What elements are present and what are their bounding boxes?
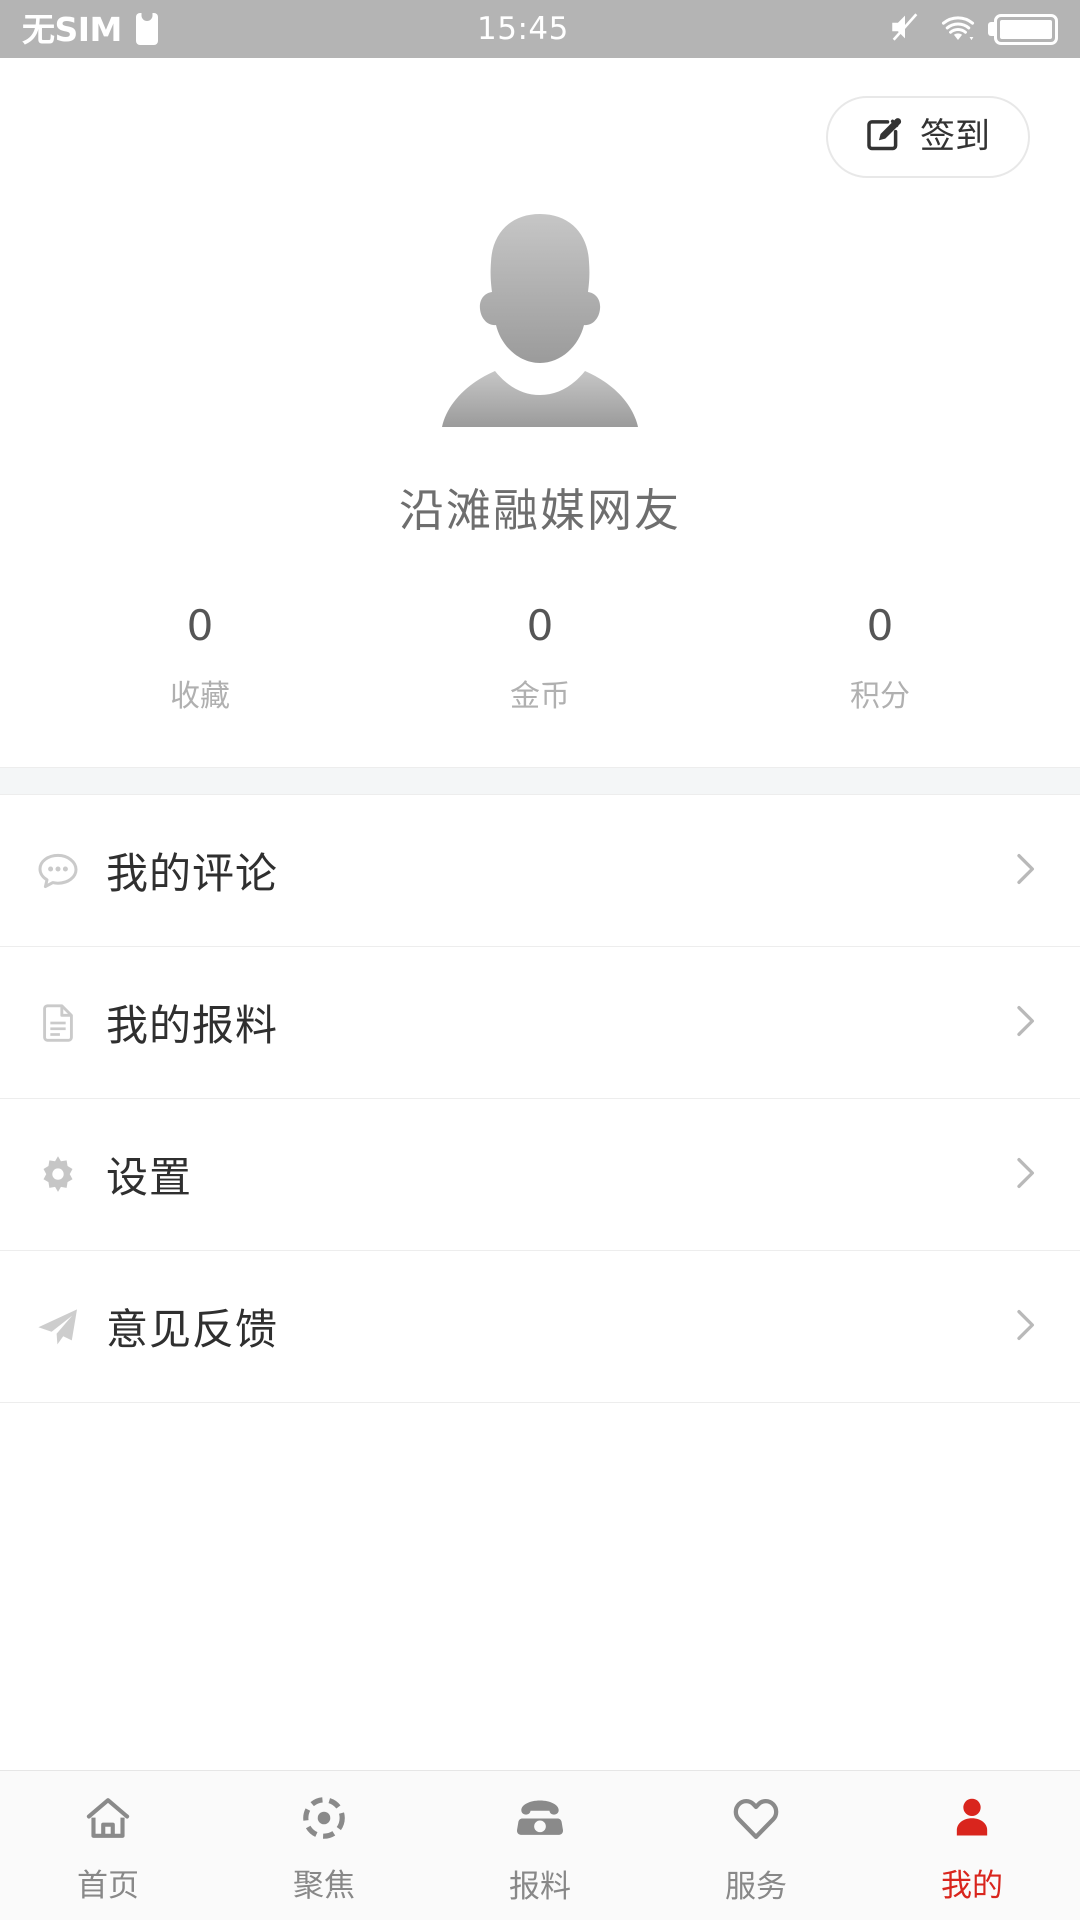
- tab-label: 报料: [509, 1869, 571, 1905]
- mute-icon: [888, 10, 922, 48]
- chevron-right-icon: [1004, 1305, 1044, 1349]
- comment-bubble-icon: [30, 847, 86, 895]
- chevron-right-icon: [1004, 849, 1044, 893]
- telephone-icon: [513, 1791, 567, 1849]
- tab-label: 聚焦: [293, 1868, 355, 1904]
- profile-header: 签到 沿滩融媒网友 0 收藏 0 金币 0 积分: [0, 58, 1080, 768]
- username-label: 沿滩融媒网友: [398, 484, 681, 537]
- signin-button[interactable]: 签到: [825, 96, 1030, 178]
- focus-target-icon: [298, 1792, 350, 1848]
- document-icon: [30, 1000, 86, 1046]
- menu-item-label: 意见反馈: [106, 1305, 279, 1355]
- status-bar-right: [888, 10, 1058, 48]
- tab-label: 服务: [725, 1869, 787, 1905]
- edit-pencil-icon: [862, 114, 904, 160]
- section-divider: [0, 767, 1080, 796]
- paper-plane-icon: [30, 1303, 86, 1351]
- stat-coins[interactable]: 0 金币: [370, 601, 710, 715]
- sim-card-icon: [135, 13, 158, 45]
- tab-focus[interactable]: 聚焦: [216, 1771, 432, 1920]
- menu-item-label: 我的报料: [106, 1001, 279, 1051]
- gear-icon: [30, 1153, 86, 1197]
- stat-points[interactable]: 0 积分: [710, 601, 1050, 715]
- tab-label: 首页: [77, 1868, 139, 1904]
- avatar-wrap: [0, 196, 1080, 446]
- menu-item-label: 设置: [106, 1153, 193, 1203]
- tab-label: 我的: [941, 1868, 1003, 1904]
- chevron-right-icon: [1004, 1001, 1044, 1045]
- stat-label: 金币: [510, 679, 570, 715]
- wifi-icon: [939, 11, 977, 47]
- status-bar: 无SIM 15:45: [0, 0, 1080, 58]
- signin-button-label: 签到: [919, 116, 990, 157]
- menu-item-settings[interactable]: 设置: [0, 1099, 1080, 1252]
- menu-item-my-reports[interactable]: 我的报料: [0, 947, 1080, 1100]
- status-bar-left: 无SIM: [22, 13, 158, 46]
- status-bar-center: 15:45: [158, 11, 888, 47]
- stat-label: 积分: [850, 679, 910, 715]
- menu-item-feedback[interactable]: 意见反馈: [0, 1251, 1080, 1404]
- stat-value: 0: [866, 601, 894, 650]
- battery-full-icon: [994, 13, 1058, 45]
- app-screen: 无SIM 15:45 签到 沿滩融媒网友 0 收藏 0 金币 0 积分 我的评论…: [0, 0, 1080, 1920]
- clock-label: 15:45: [477, 11, 569, 47]
- stat-favorites[interactable]: 0 收藏: [30, 601, 370, 715]
- tab-service[interactable]: 服务: [648, 1771, 864, 1920]
- carrier-label: 无SIM: [22, 9, 122, 49]
- bottom-tab-bar: 首页 聚焦 报料 服务 我的: [0, 1770, 1080, 1920]
- stats-row: 0 收藏 0 金币 0 积分: [0, 601, 1080, 767]
- default-user-avatar[interactable]: [435, 196, 645, 446]
- menu-item-my-comments[interactable]: 我的评论: [0, 795, 1080, 948]
- tab-mine[interactable]: 我的: [864, 1771, 1080, 1920]
- tab-home[interactable]: 首页: [0, 1771, 216, 1920]
- stat-label: 收藏: [170, 679, 230, 715]
- menu-list: 我的评论 我的报料 设置 意见反馈: [0, 795, 1080, 1770]
- tab-report[interactable]: 报料: [432, 1771, 648, 1920]
- heart-icon: [729, 1791, 783, 1849]
- signin-row: 签到: [0, 68, 1080, 178]
- stat-value: 0: [526, 601, 554, 650]
- person-icon: [946, 1792, 998, 1848]
- home-icon: [82, 1792, 134, 1848]
- stat-value: 0: [186, 601, 214, 650]
- menu-item-label: 我的评论: [106, 849, 279, 899]
- chevron-right-icon: [1004, 1153, 1044, 1197]
